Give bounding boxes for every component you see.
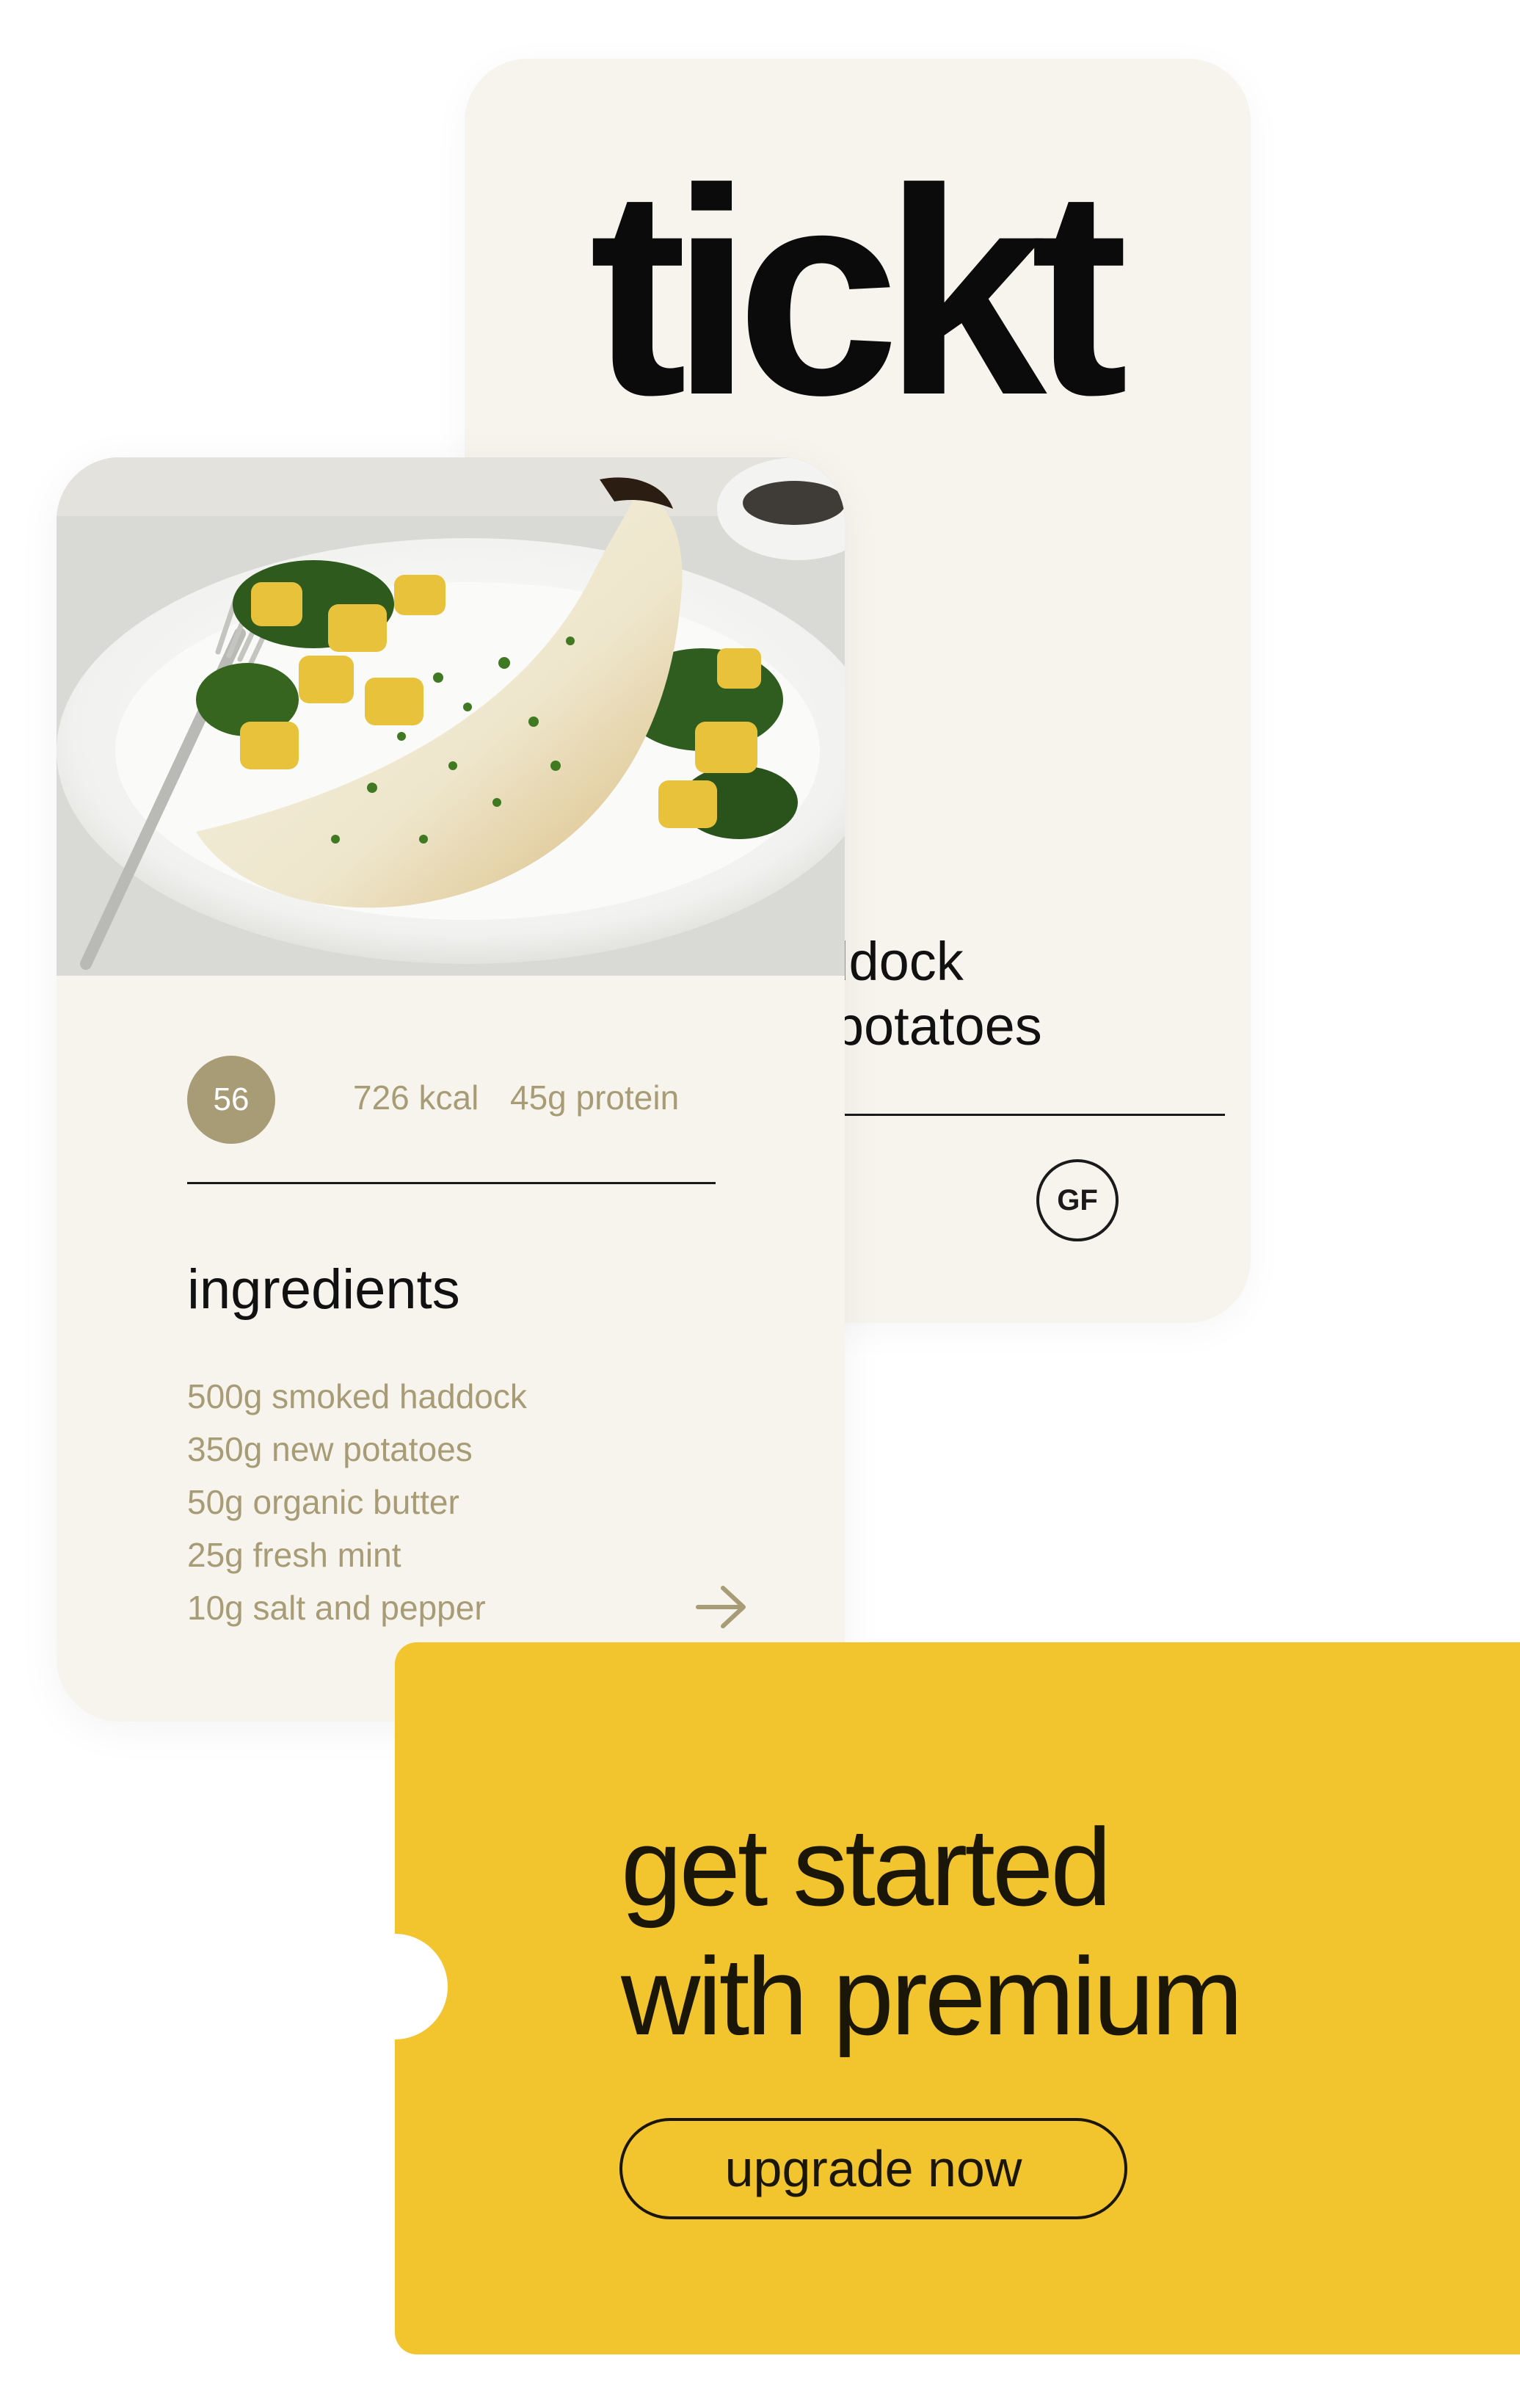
ticket-notch [342,1934,448,2039]
ingredient-item: 350g new potatoes [187,1430,473,1468]
ingredient-item: 50g organic butter [187,1483,459,1521]
brand-logo: tickt [589,128,1128,456]
gluten-free-badge: GF [1036,1159,1119,1241]
ingredients-heading: ingredients [187,1258,460,1321]
protein-value: 45g protein [510,1078,680,1117]
ingredient-item: 500g smoked haddock [187,1377,527,1415]
recipe-card[interactable]: 56 726 kcal 45g protein ingredients 500g… [57,457,845,1722]
upgrade-now-button[interactable]: upgrade now [619,2118,1127,2219]
promo-title-line-1: get started [621,1805,1112,1929]
divider [187,1182,716,1184]
nutrition-stats: 56 726 kcal 45g protein [187,1056,774,1144]
ingredients-list: 500g smoked haddock 350g new potatoes 50… [187,1370,527,1634]
ingredient-item: 25g fresh mint [187,1536,401,1574]
premium-promo-card: get started with premium upgrade now [342,1642,1520,2354]
recipe-photo [57,457,845,976]
score-badge: 56 [187,1056,275,1144]
calories-value: 726 kcal [353,1078,479,1117]
ingredient-item: 10g salt and pepper [187,1589,486,1627]
plated-fish-with-potatoes-photo [57,457,845,976]
arrow-right-icon [696,1586,746,1628]
promo-title-line-2: with premium [621,1934,1243,2058]
next-button[interactable] [692,1581,751,1633]
promo-title: get started with premium [621,1802,1428,2061]
